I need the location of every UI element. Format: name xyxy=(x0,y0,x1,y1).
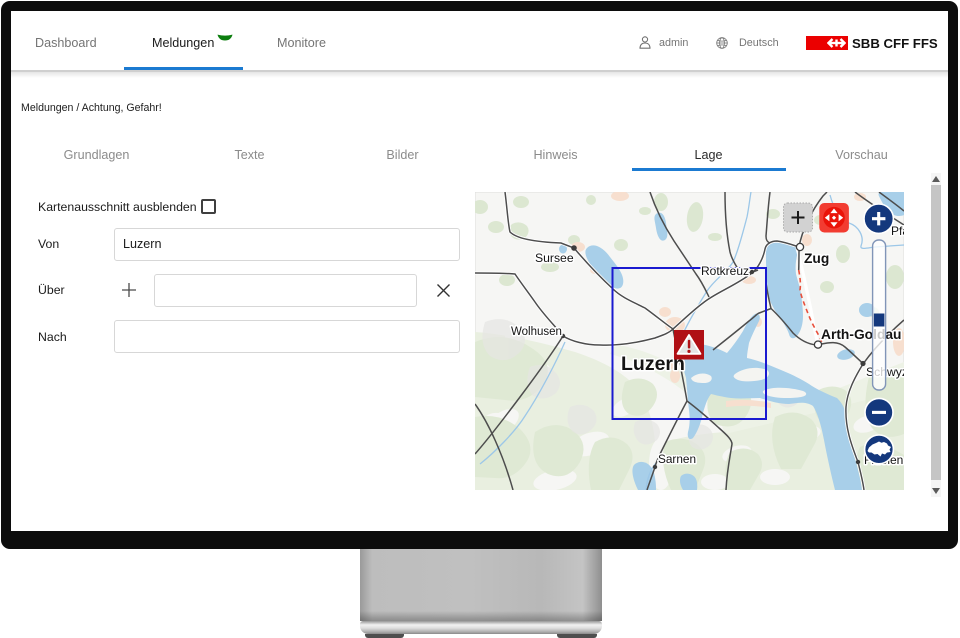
svg-text:Rotkreuz: Rotkreuz xyxy=(701,264,749,278)
svg-text:Arth-Goldau: Arth-Goldau xyxy=(821,327,901,342)
svg-text:Sursee: Sursee xyxy=(535,251,574,265)
svg-text:Sarnen: Sarnen xyxy=(658,452,696,466)
svg-text:Pfäffikon: Pfäffikon xyxy=(891,224,904,238)
svg-text:Wolhusen: Wolhusen xyxy=(511,326,562,338)
svg-text:Zug: Zug xyxy=(804,251,829,266)
